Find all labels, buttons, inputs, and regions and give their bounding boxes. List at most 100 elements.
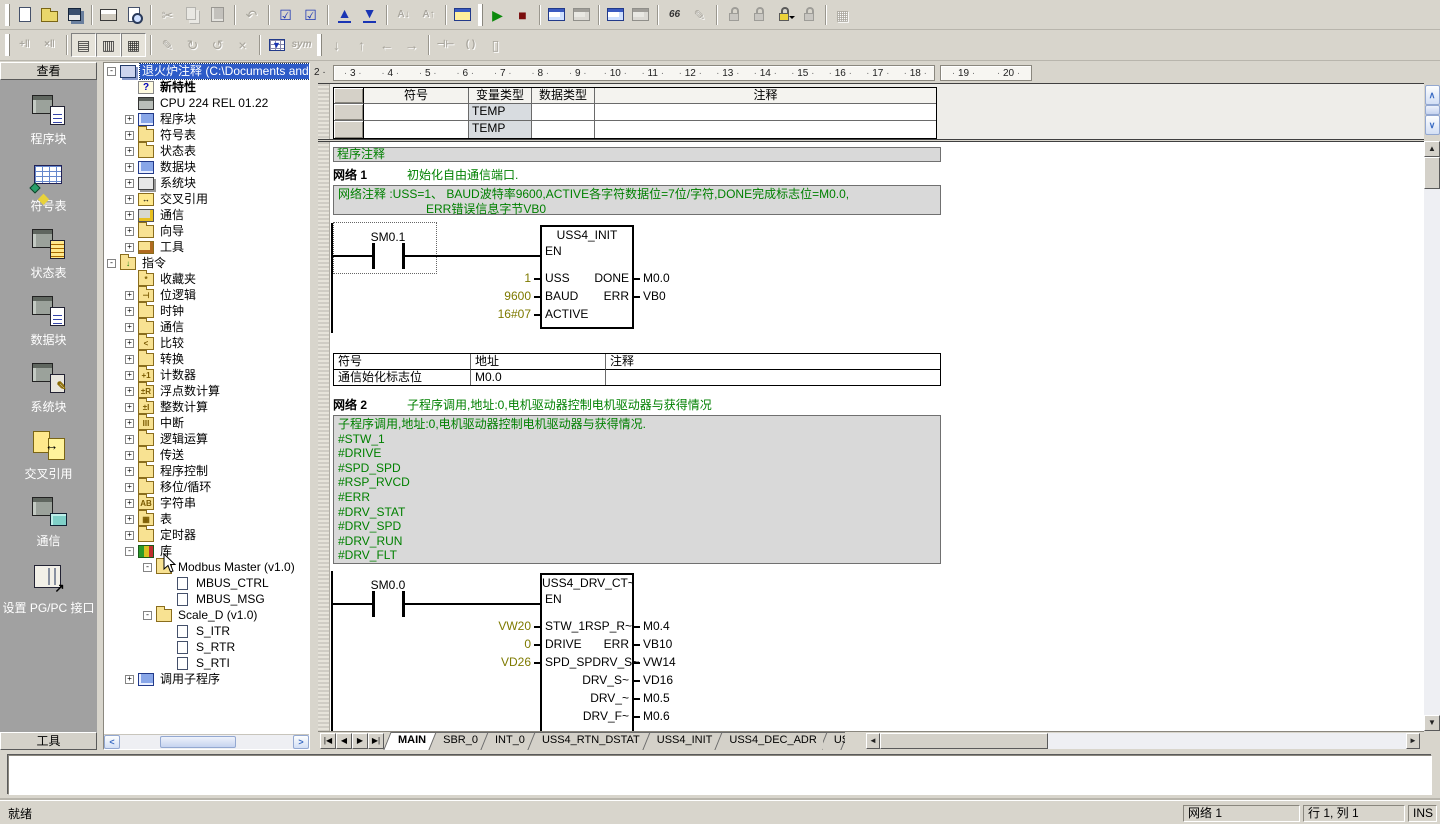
tab-uss4-init[interactable]: USS4_INIT: [646, 732, 724, 750]
program-status-button[interactable]: [544, 3, 569, 27]
tree-expander[interactable]: +: [125, 323, 134, 332]
delete-network-button[interactable]: ×‖: [37, 33, 62, 57]
comment-cell[interactable]: [606, 370, 940, 385]
scroll-right-icon[interactable]: >: [293, 735, 309, 749]
tree-item-integer-math[interactable]: + ±I 整数计算: [104, 399, 309, 415]
delete-column-button[interactable]: ×: [230, 33, 255, 57]
ladder-vertical-scrollbar[interactable]: ▲ ▼: [1424, 141, 1440, 731]
tools-bar-header[interactable]: 工具: [0, 732, 97, 750]
var-type-cell[interactable]: TEMP: [469, 104, 532, 121]
network-2-note[interactable]: 子程序调用,地址:0,电机驱动器控制电机驱动器与获得情况.#STW_1#DRIV…: [333, 415, 941, 564]
data-type-cell[interactable]: [532, 104, 595, 121]
open-button[interactable]: [37, 3, 62, 27]
input-operand[interactable]: VW20: [498, 618, 540, 635]
tree-expander[interactable]: +: [125, 227, 134, 236]
editor-horizontal-scrollbar[interactable]: ◄ ►: [866, 733, 1420, 749]
bookmark-button[interactable]: ▦: [830, 3, 855, 27]
view-bar-header[interactable]: 查看: [0, 62, 97, 80]
view-data-block[interactable]: 数据块: [0, 294, 97, 348]
tree-expander[interactable]: +: [125, 115, 134, 124]
view-communications[interactable]: 通信: [0, 495, 97, 549]
line-up-button[interactable]: ↑: [349, 33, 374, 57]
scroll-right-icon[interactable]: ►: [1406, 733, 1420, 749]
tree-item-string[interactable]: + AB 字符串: [104, 495, 309, 511]
tree-expander[interactable]: +: [125, 435, 134, 444]
input-operand[interactable]: 9600: [504, 288, 540, 305]
view-ladder-button[interactable]: ▤: [71, 33, 96, 57]
unforce-lock-button[interactable]: [796, 3, 821, 27]
tree-item-symbol-table[interactable]: + 符号表: [104, 127, 309, 143]
tree-expander[interactable]: +: [125, 419, 134, 428]
scrollbar-thumb[interactable]: [1424, 157, 1440, 189]
tree-expander[interactable]: -: [107, 67, 116, 76]
input-operand[interactable]: 0: [524, 636, 540, 653]
tab-us-partial[interactable]: US: [823, 732, 845, 750]
tree-item-timers[interactable]: + 定时器: [104, 527, 309, 543]
view-stl-button[interactable]: ▥: [96, 33, 121, 57]
tree-item-compare[interactable]: + < 比较: [104, 335, 309, 351]
data-type-cell[interactable]: [532, 121, 595, 138]
insert-box-button[interactable]: ▯: [483, 33, 508, 57]
network-2-title[interactable]: 网络 2子程序调用,地址:0,电机驱动器控制电机驱动器与获得情况: [333, 396, 712, 412]
symbolic-addressing-button[interactable]: sym: [289, 33, 314, 57]
row-header-cell[interactable]: [334, 121, 364, 138]
next-tab-icon[interactable]: ▶: [352, 733, 368, 749]
tree-expander[interactable]: +: [125, 195, 134, 204]
tree-expander[interactable]: +: [125, 307, 134, 316]
tree-expander[interactable]: -: [143, 563, 152, 572]
cut-button[interactable]: ✂: [155, 3, 180, 27]
program-comment-bar[interactable]: 程序注释: [333, 147, 941, 162]
undo-button[interactable]: ↶: [239, 3, 264, 27]
pause-program-status-button[interactable]: [569, 3, 594, 27]
insert-network-button[interactable]: +‖: [12, 33, 37, 57]
insert-row-button[interactable]: ✎: [155, 33, 180, 57]
tree-item-bit-logic[interactable]: + ⊣ 位逻辑: [104, 287, 309, 303]
tree-item-system-block[interactable]: + 系统块: [104, 175, 309, 191]
tree-item-table[interactable]: + ▦ 表: [104, 511, 309, 527]
output-operand[interactable]: VD16: [634, 672, 673, 689]
line-left-button[interactable]: ←: [374, 33, 399, 57]
symbol-info-table-button[interactable]: ▼: [264, 33, 289, 57]
tree-item-wizards[interactable]: + 向导: [104, 223, 309, 239]
tree-item-scale-d[interactable]: - Scale_D (v1.0): [104, 607, 309, 623]
scrollbar-thumb[interactable]: [1425, 105, 1440, 115]
tree-expander[interactable]: -: [107, 259, 116, 268]
output-operand[interactable]: VB10: [634, 636, 672, 653]
compile-button[interactable]: ☑: [273, 3, 298, 27]
variable-table-scrollbar[interactable]: ∧ ∨: [1424, 85, 1440, 139]
view-status-button[interactable]: 66: [662, 3, 687, 27]
stop-button[interactable]: ■: [510, 3, 535, 27]
output-operand[interactable]: M0.6: [634, 708, 670, 725]
var-type-cell[interactable]: TEMP: [469, 121, 532, 138]
tree-expander[interactable]: +: [125, 467, 134, 476]
read-lock-button[interactable]: [721, 3, 746, 27]
compile-all-button[interactable]: ☑: [298, 3, 323, 27]
force-button[interactable]: ✎: [687, 3, 712, 27]
tree-item-move[interactable]: + 传送: [104, 447, 309, 463]
tree-item-s-rtr[interactable]: S_RTR: [104, 639, 309, 655]
input-operand[interactable]: 1: [524, 270, 540, 287]
contact-icon[interactable]: [372, 243, 375, 269]
scroll-left-icon[interactable]: ◄: [866, 733, 880, 749]
tree-expander[interactable]: +: [125, 483, 134, 492]
tree-expander[interactable]: +: [125, 179, 134, 188]
output-operand[interactable]: M0.0: [634, 270, 670, 287]
tree-item-s-rti[interactable]: S_RTI: [104, 655, 309, 671]
input-operand[interactable]: VD26: [501, 654, 540, 671]
tree-item-whats-new[interactable]: ? 新特性: [104, 79, 309, 95]
tree-expander[interactable]: +: [125, 515, 134, 524]
insert-coil-button[interactable]: ( ): [458, 33, 483, 57]
tree-item-convert[interactable]: + 转换: [104, 351, 309, 367]
insert-column-button[interactable]: ↻: [180, 33, 205, 57]
first-tab-icon[interactable]: |◀: [320, 733, 336, 749]
symbol-cell[interactable]: [364, 121, 469, 138]
scroll-left-icon[interactable]: <: [104, 735, 120, 749]
contact-icon[interactable]: [372, 591, 375, 617]
tree-item-communications-instr[interactable]: + 通信: [104, 319, 309, 335]
tree-item-project-root[interactable]: - 退火炉注释 (C:\Documents and S: [104, 63, 309, 79]
scroll-down-icon[interactable]: ∨: [1425, 115, 1440, 135]
tree-expander[interactable]: +: [125, 499, 134, 508]
comment-cell[interactable]: [595, 104, 936, 121]
tree-item-interrupt[interactable]: + III 中断: [104, 415, 309, 431]
write-lock-button[interactable]: [746, 3, 771, 27]
